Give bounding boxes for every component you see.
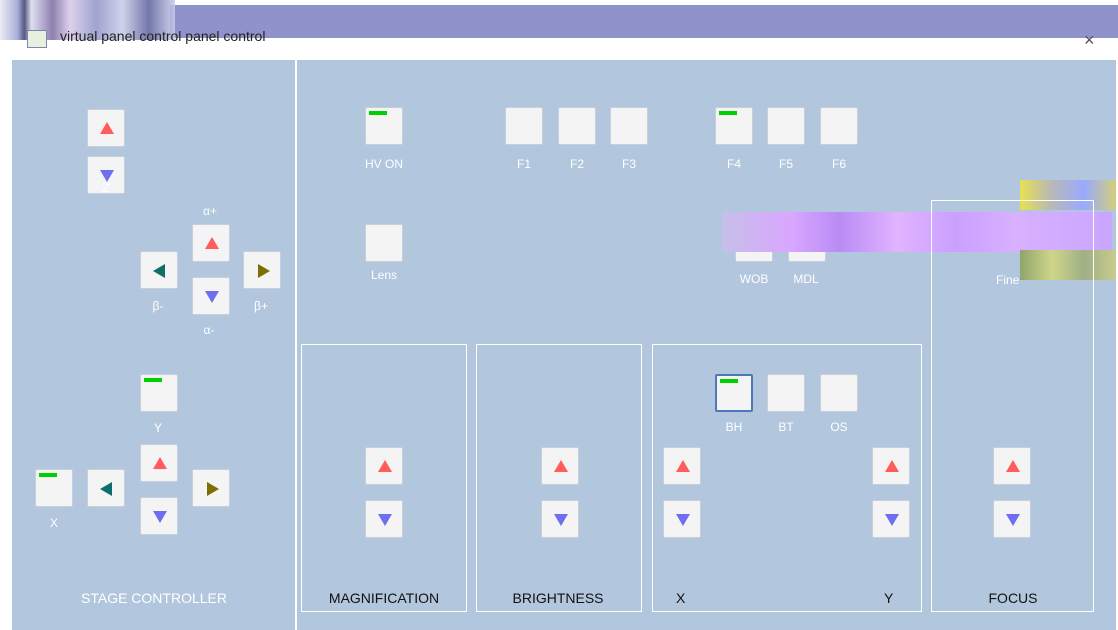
f3-button[interactable] [610, 107, 648, 145]
arrow-left-icon [100, 482, 112, 496]
shift-y-up-button[interactable] [872, 447, 910, 485]
shift-y-down-button[interactable] [872, 500, 910, 538]
focus-down-button[interactable] [993, 500, 1031, 538]
alpha-plus-button[interactable] [192, 224, 230, 262]
os-button[interactable] [820, 374, 858, 412]
led-indicator [144, 378, 162, 382]
title-bar: virtual panel control panel control × [0, 0, 1118, 60]
arrow-down-icon [153, 511, 167, 523]
x-stage-button[interactable] [35, 469, 73, 507]
f2-button[interactable] [558, 107, 596, 145]
y-stage-button[interactable] [140, 374, 178, 412]
f2-label: F2 [569, 157, 585, 171]
arrow-down-icon [554, 514, 568, 526]
shift-x-down-button[interactable] [663, 500, 701, 538]
bh-label: BH [725, 420, 743, 434]
y-up-button[interactable] [140, 444, 178, 482]
alpha-minus-button[interactable] [192, 277, 230, 315]
shift-x-title: X [676, 590, 686, 606]
f1-label: F1 [516, 157, 532, 171]
brightness-down-button[interactable] [541, 500, 579, 538]
arrow-up-icon [554, 460, 568, 472]
y-down-button[interactable] [140, 497, 178, 535]
lens-button[interactable] [365, 224, 403, 262]
hv-on-label: HV ON [364, 157, 404, 171]
mdl-label: MDL [793, 272, 819, 286]
magnification-down-button[interactable] [365, 500, 403, 538]
stage-controller-title: STAGE CONTROLLER [81, 590, 227, 606]
panel-divider [295, 60, 297, 630]
f6-label: F6 [831, 157, 847, 171]
led-indicator [720, 379, 738, 383]
f3-label: F3 [621, 157, 637, 171]
f6-button[interactable] [820, 107, 858, 145]
x-stage-label: X [49, 516, 59, 530]
alpha-plus-label: α+ [203, 204, 217, 218]
bh-button[interactable] [715, 374, 753, 412]
wob-label: WOB [739, 272, 769, 286]
x-left-button[interactable] [87, 469, 125, 507]
hv-on-button[interactable] [365, 107, 403, 145]
led-indicator [719, 111, 737, 115]
os-label: OS [830, 420, 848, 434]
arrow-up-icon [1006, 460, 1020, 472]
arrow-right-icon [258, 264, 270, 278]
arrow-up-icon [100, 122, 114, 134]
shift-x-up-button[interactable] [663, 447, 701, 485]
arrow-up-icon [378, 460, 392, 472]
focus-group [931, 200, 1094, 612]
app-icon [27, 30, 47, 48]
f5-label: F5 [778, 157, 794, 171]
magnification-up-button[interactable] [365, 447, 403, 485]
led-indicator [369, 111, 387, 115]
arrow-down-icon [205, 291, 219, 303]
close-icon[interactable]: × [1084, 30, 1095, 51]
f4-button[interactable] [715, 107, 753, 145]
arrow-up-icon [153, 457, 167, 469]
arrow-up-icon [205, 237, 219, 249]
beta-minus-button[interactable] [140, 251, 178, 289]
window-title: virtual panel control panel control [60, 28, 266, 44]
alpha-minus-label: α- [203, 323, 215, 337]
arrow-down-icon [885, 514, 899, 526]
beta-plus-label: β+ [254, 299, 268, 313]
f5-button[interactable] [767, 107, 805, 145]
arrow-down-icon [1006, 514, 1020, 526]
lens-label: Lens [370, 268, 398, 282]
x-right-button[interactable] [192, 469, 230, 507]
brightness-up-button[interactable] [541, 447, 579, 485]
title-bar-strip [170, 5, 1118, 38]
shift-y-title: Y [884, 590, 894, 606]
beta-minus-label: β- [152, 299, 164, 313]
focus-title: FOCUS [988, 590, 1038, 606]
bt-label: BT [778, 420, 794, 434]
z-up-button[interactable] [87, 109, 125, 147]
magnification-title: MAGNIFICATION [328, 590, 440, 606]
led-indicator [39, 473, 57, 477]
arrow-down-icon [378, 514, 392, 526]
beta-plus-button[interactable] [243, 251, 281, 289]
y-stage-label: Y [153, 421, 163, 435]
arrow-right-icon [207, 482, 219, 496]
arrow-down-icon [676, 514, 690, 526]
bt-button[interactable] [767, 374, 805, 412]
focus-up-button[interactable] [993, 447, 1031, 485]
arrow-up-icon [676, 460, 690, 472]
f1-button[interactable] [505, 107, 543, 145]
arrow-left-icon [153, 264, 165, 278]
f4-label: F4 [726, 157, 742, 171]
z-label: Z [102, 181, 110, 195]
brightness-title: BRIGHTNESS [512, 590, 604, 606]
arrow-up-icon [885, 460, 899, 472]
